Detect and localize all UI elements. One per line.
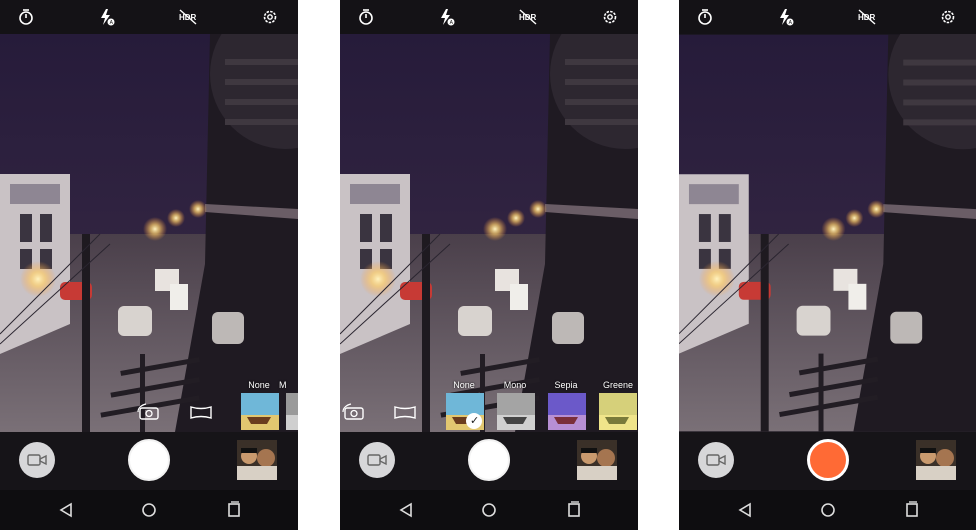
hdr-off-icon[interactable]: HDR (178, 7, 198, 27)
top-bar: A HDR (340, 0, 638, 34)
bottom-bar (679, 432, 976, 490)
flash-auto-icon[interactable]: A (776, 7, 796, 27)
bottom-bar (340, 432, 638, 490)
navigation-bar (679, 490, 976, 530)
video-camera-icon (706, 454, 726, 466)
recents-icon[interactable] (902, 500, 922, 520)
camera-screen-3: A HDR (679, 0, 976, 530)
navigation-bar (0, 490, 298, 530)
switch-camera-icon[interactable] (136, 402, 162, 422)
video-camera-icon (367, 454, 387, 466)
switch-camera-icon[interactable] (341, 402, 367, 422)
gallery-thumbnail[interactable] (237, 440, 277, 480)
back-icon[interactable] (735, 500, 755, 520)
video-mode-button[interactable] (698, 442, 734, 478)
shutter-button[interactable] (128, 439, 170, 481)
filter-thumbnail-sepia[interactable] (548, 393, 586, 430)
camera-screen-2: A HDR None Mono Sepia Greene ✓ (340, 0, 638, 530)
filter-label-none: None (453, 380, 475, 390)
shutter-button[interactable] (468, 439, 510, 481)
filter-label-mono: M (279, 380, 287, 390)
timer-icon[interactable] (356, 7, 376, 27)
back-icon[interactable] (396, 500, 416, 520)
video-camera-icon (27, 454, 47, 466)
filter-thumbnail-mono[interactable] (497, 393, 535, 430)
filter-thumbnail-mono[interactable] (286, 393, 298, 430)
filter-label-mono: Mono (503, 380, 527, 390)
recents-icon[interactable] (564, 500, 584, 520)
home-icon[interactable] (818, 500, 838, 520)
gear-icon[interactable] (600, 7, 620, 27)
filter-thumbnail-none[interactable] (241, 393, 279, 430)
home-icon[interactable] (479, 500, 499, 520)
filter-thumbnail-greene[interactable] (599, 393, 637, 430)
back-icon[interactable] (56, 500, 76, 520)
gear-icon[interactable] (260, 7, 280, 27)
filter-thumbnail-none[interactable]: ✓ (446, 393, 484, 430)
viewfinder[interactable] (0, 34, 298, 432)
viewfinder[interactable] (679, 34, 976, 432)
bottom-bar (0, 432, 298, 490)
panorama-icon[interactable] (392, 402, 418, 422)
video-mode-button[interactable] (19, 442, 55, 478)
video-mode-button[interactable] (359, 442, 395, 478)
flash-auto-icon[interactable]: A (437, 7, 457, 27)
filter-label-none: None (248, 380, 270, 390)
selected-check-icon: ✓ (466, 413, 482, 429)
panorama-icon[interactable] (188, 402, 214, 422)
gear-icon[interactable] (938, 7, 958, 27)
hdr-off-icon[interactable]: HDR (518, 7, 538, 27)
record-button[interactable] (807, 439, 849, 481)
viewfinder[interactable] (340, 34, 638, 432)
top-bar: A HDR (679, 0, 976, 34)
camera-screen-1: A HDR None M (0, 0, 298, 530)
timer-icon[interactable] (16, 7, 36, 27)
hdr-off-icon[interactable]: HDR (857, 7, 877, 27)
navigation-bar (340, 490, 638, 530)
flash-auto-icon[interactable]: A (97, 7, 117, 27)
filter-label-greene: Greene (602, 380, 634, 390)
recents-icon[interactable] (224, 500, 244, 520)
gallery-thumbnail[interactable] (577, 440, 617, 480)
gallery-thumbnail[interactable] (916, 440, 956, 480)
top-bar: A HDR (0, 0, 298, 34)
home-icon[interactable] (139, 500, 159, 520)
filter-label-sepia: Sepia (554, 380, 578, 390)
timer-icon[interactable] (695, 7, 715, 27)
